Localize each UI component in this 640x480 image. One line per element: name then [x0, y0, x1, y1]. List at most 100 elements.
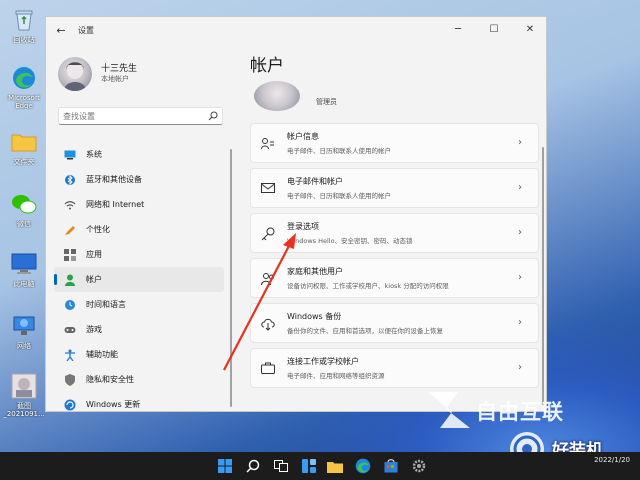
card-account-info[interactable]: 帐户信息 电子邮件、日历和联系人使用的帐户 ›: [250, 123, 539, 163]
sidebar-item-label: Windows 更新: [86, 400, 141, 409]
card-sign-in-options[interactable]: 登录选项 Windows Hello、安全密钥、密码、动态锁 ›: [250, 213, 539, 253]
screenshot-file-icon: [10, 372, 38, 400]
card-title: 帐户信息: [287, 132, 319, 141]
backup-icon: [261, 317, 275, 331]
card-title: 连接工作或学校帐户: [287, 357, 359, 366]
bluetooth-icon: [64, 174, 76, 186]
sidebar-item-label: 网络和 Internet: [86, 200, 145, 209]
taskbar: 2022/1/20: [0, 452, 640, 480]
desktop-icon-label: 回收站: [13, 36, 35, 44]
mail-icon: [261, 182, 275, 196]
card-email-accounts[interactable]: 电子邮件和帐户 电子邮件、日历和联系人使用的帐户 ›: [250, 168, 539, 208]
clock[interactable]: 2022/1/20: [594, 455, 630, 465]
account-avatar: [254, 81, 300, 111]
file-explorer-icon[interactable]: [326, 457, 344, 475]
sidebar-item-label: 游戏: [86, 325, 102, 334]
profile-subtitle: 本地帐户: [101, 75, 129, 83]
title-bar[interactable]: ← 设置 ─ ☐ ✕: [46, 17, 546, 45]
minimize-button[interactable]: ─: [440, 17, 476, 41]
accessibility-icon: [64, 349, 76, 361]
maximize-button[interactable]: ☐: [476, 17, 512, 41]
card-title: Windows 备份: [287, 312, 342, 321]
account-role: 管理员: [316, 98, 337, 106]
sidebar-item-label: 时间和语言: [86, 300, 126, 309]
family-icon: [261, 272, 275, 286]
search-input[interactable]: [63, 110, 203, 123]
update-icon: [64, 399, 76, 411]
desktop-icon-label: 微信: [17, 220, 31, 228]
wifi-icon: [64, 199, 76, 211]
sidebar-item-apps[interactable]: 应用: [54, 242, 224, 267]
this-pc-icon: [10, 250, 38, 278]
desktop-icon-screenshot[interactable]: 截图_2021091...: [2, 372, 46, 418]
edge-icon: [10, 64, 38, 92]
apps-icon: [64, 248, 76, 261]
briefcase-icon: [261, 362, 275, 376]
avatar[interactable]: [58, 57, 92, 91]
system-icon: [64, 149, 76, 161]
account-info-icon: [261, 137, 275, 151]
card-access-work-school[interactable]: 连接工作或学校帐户 电子邮件、应用和网络等组织资源 ›: [250, 348, 539, 388]
sidebar-item-privacy-security[interactable]: 隐私和安全性: [54, 367, 224, 392]
card-description: 电子邮件、日历和联系人使用的帐户: [287, 147, 391, 155]
desktop-icon-this-pc[interactable]: 此电脑: [2, 250, 46, 288]
desktop-icon-label: 网络: [17, 342, 31, 350]
person-icon: [64, 274, 76, 286]
globe-clock-icon: [64, 299, 76, 311]
gamepad-icon: [64, 324, 76, 336]
folder-icon: [10, 128, 38, 156]
desktop-icon-label: 此电脑: [13, 280, 35, 288]
window-title: 设置: [78, 26, 94, 35]
sidebar-item-time-language[interactable]: 时间和语言: [54, 292, 224, 317]
pen-icon: [64, 224, 76, 236]
card-title: 电子邮件和帐户: [287, 177, 343, 186]
main-scrollbar[interactable]: [542, 147, 544, 405]
sidebar-item-label: 隐私和安全性: [86, 375, 134, 384]
desktop-icon-recycle-bin[interactable]: 回收站: [2, 6, 46, 44]
sidebar-scrollbar[interactable]: [230, 149, 232, 407]
sidebar-item-label: 系统: [86, 150, 102, 159]
store-icon[interactable]: [382, 457, 400, 475]
card-title: 登录选项: [287, 222, 319, 231]
sidebar-item-accessibility[interactable]: 辅助功能: [54, 342, 224, 367]
settings-icon[interactable]: [410, 457, 428, 475]
sidebar-item-windows-update[interactable]: Windows 更新: [54, 392, 224, 411]
chevron-right-icon: ›: [518, 272, 522, 283]
chevron-right-icon: ›: [518, 317, 522, 328]
sidebar-item-gaming[interactable]: 游戏: [54, 317, 224, 342]
wechat-icon: [10, 190, 38, 218]
card-title: 家庭和其他用户: [287, 267, 343, 276]
search-icon[interactable]: [244, 457, 262, 475]
key-icon: [261, 227, 275, 241]
card-family-other-users[interactable]: 家庭和其他用户 设备访问权限、工作或学校用户、kiosk 分配的访问权限 ›: [250, 258, 539, 298]
card-description: 电子邮件、日历和联系人使用的帐户: [287, 192, 391, 200]
sidebar-item-accounts[interactable]: 帐户: [54, 267, 224, 292]
card-description: 设备访问权限、工作或学校用户、kiosk 分配的访问权限: [287, 282, 449, 290]
edge-icon[interactable]: [354, 457, 372, 475]
sidebar-item-network[interactable]: 网络和 Internet: [54, 192, 224, 217]
watermark-text: 自由互联: [476, 400, 564, 424]
sidebar-item-bluetooth[interactable]: 蓝牙和其他设备: [54, 167, 224, 192]
start-icon[interactable]: [216, 457, 234, 475]
sidebar-item-system[interactable]: 系统: [54, 142, 224, 167]
search-box[interactable]: [58, 107, 223, 125]
desktop-icon-network[interactable]: 网络: [2, 312, 46, 350]
sidebar-item-label: 个性化: [86, 225, 110, 234]
sidebar-item-personalization[interactable]: 个性化: [54, 217, 224, 242]
desktop-icon-label: Microsoft Edge: [8, 94, 40, 110]
search-icon[interactable]: [208, 111, 218, 121]
profile-name: 十三先生: [101, 64, 138, 74]
desktop-icon-edge[interactable]: Microsoft Edge: [2, 64, 46, 110]
close-button[interactable]: ✕: [512, 17, 546, 41]
card-description: Windows Hello、安全密钥、密码、动态锁: [287, 237, 413, 245]
desktop-icon-wechat[interactable]: 微信: [2, 190, 46, 228]
main-content: 帐户 管理员 帐户信息 电子邮件、日历和联系人使用的帐户 › 电子邮件和帐户 电…: [242, 45, 546, 411]
card-windows-backup[interactable]: Windows 备份 备份你的文件、应用和首选项，以便在你的设备上恢复 ›: [250, 303, 539, 343]
sidebar: 十三先生 本地帐户 系统 蓝牙和其他设备 网络和 Internet: [46, 45, 232, 411]
back-arrow-icon[interactable]: ←: [54, 24, 68, 38]
task-view-icon[interactable]: [272, 457, 290, 475]
widgets-icon[interactable]: [300, 457, 318, 475]
desktop-icon-folder[interactable]: 文件夹: [2, 128, 46, 166]
sidebar-item-label: 辅助功能: [86, 350, 118, 359]
card-description: 备份你的文件、应用和首选项，以便在你的设备上恢复: [287, 327, 443, 335]
